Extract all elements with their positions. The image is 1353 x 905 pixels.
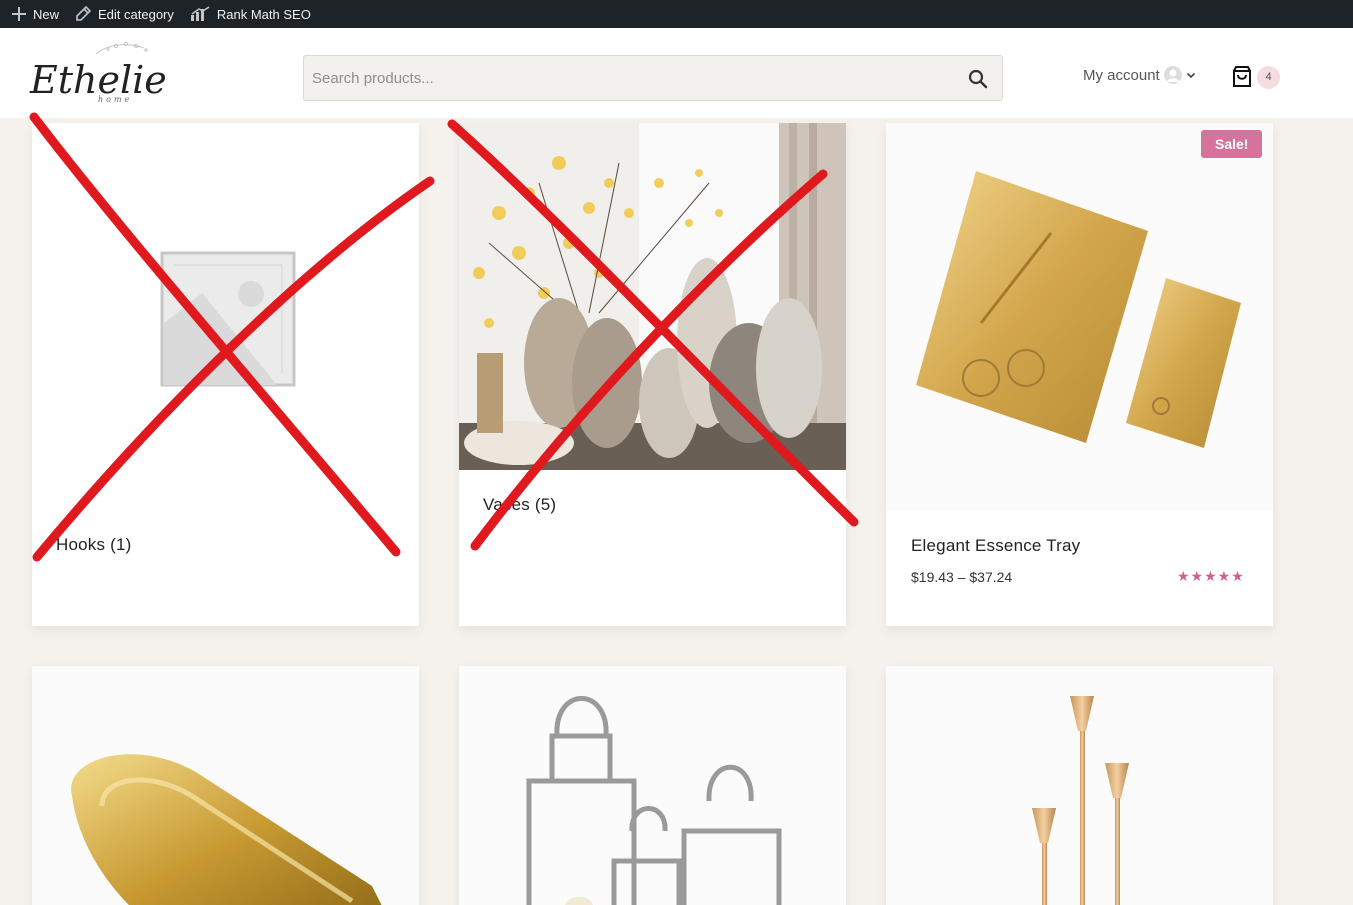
site-header: Ethelier home My account 4 [0,28,1353,118]
admin-edit-category-button[interactable]: Edit category [75,0,174,28]
product-title[interactable]: Elegant Essence Tray [911,536,1080,556]
plus-icon [12,7,26,21]
admin-rank-math-button[interactable]: Rank Math SEO [190,0,311,28]
admin-new-label: New [33,6,60,22]
shopping-bag-icon [1233,66,1251,87]
my-account-menu[interactable]: My account [1083,66,1196,84]
avatar-icon [1163,66,1182,84]
search-input[interactable] [304,56,944,100]
rank-math-icon [190,6,210,21]
cart-button[interactable]: 4 [1230,65,1280,89]
category-title[interactable]: Vases (5) [483,495,556,515]
product-card-candle-holders[interactable] [886,666,1273,905]
admin-edit-label: Edit category [98,6,174,22]
silver-lanterns-image [459,666,846,905]
rating-stars: ★★★★★ [1177,568,1245,584]
sale-badge: Sale! [1201,130,1263,158]
product-price: $19.43 – $37.24 [911,569,1013,585]
pencil-icon [76,6,92,21]
admin-new-button[interactable]: New [12,0,59,28]
admin-bar: New Edit category Rank Math SEO [0,0,1353,28]
product-card-elegant-essence-tray[interactable]: Sale! Elegant Essence Tray $19.43 – $37.… [886,123,1273,626]
gold-tray-image [886,123,1273,511]
admin-seo-label: Rank Math SEO [216,6,311,22]
site-logo[interactable]: Ethelier home [26,38,188,108]
category-card-vases[interactable]: Vases (5) [459,123,846,626]
search-bar [303,55,1003,101]
product-card-gold-tray[interactable] [32,666,419,905]
my-account-label: My account [1083,66,1160,84]
category-card-hooks[interactable]: Hooks (1) [32,123,419,626]
category-title[interactable]: Hooks (1) [56,535,132,555]
placeholder-image-icon [160,251,296,387]
search-icon[interactable] [968,69,988,89]
cart-count-badge: 4 [1257,65,1280,89]
logo-subtitle: home [98,95,132,104]
chevron-down-icon [1186,72,1195,79]
gold-candle-holders-image [886,666,1273,905]
vases-image [459,123,846,470]
gold-oval-tray-image [32,666,419,905]
product-card-lanterns[interactable] [459,666,846,905]
